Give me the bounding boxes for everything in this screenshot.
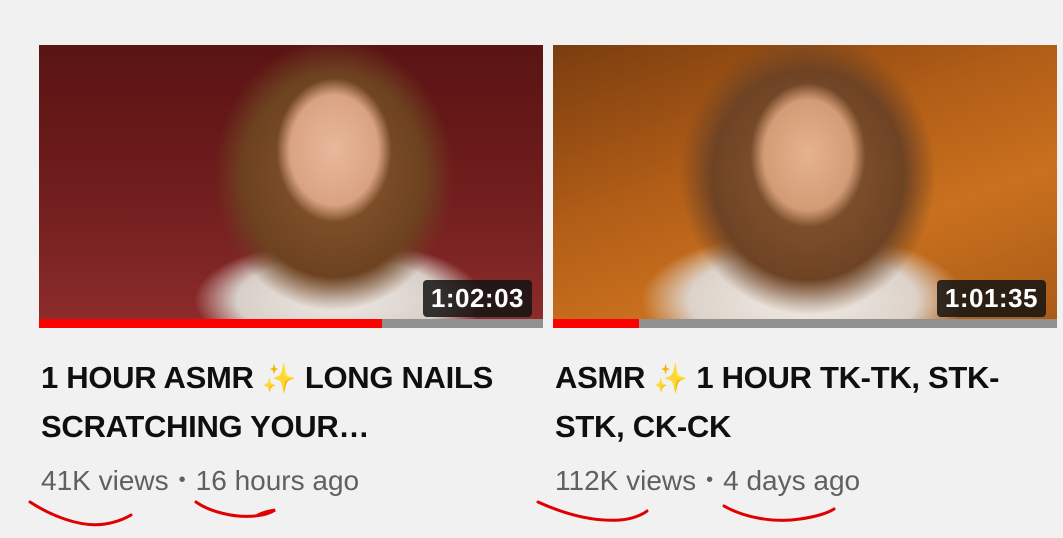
video-title[interactable]: ASMR ✨ 1 HOUR TK-TK, STK-STK, CK-CK bbox=[555, 354, 1055, 451]
separator-dot: • bbox=[706, 469, 714, 491]
underline-scribble bbox=[722, 504, 836, 522]
video-title[interactable]: 1 HOUR ASMR ✨ LONG NAILS SCRATCHING YOUR… bbox=[41, 354, 541, 451]
upload-age: 4 days ago bbox=[723, 465, 861, 496]
watch-progress-fill bbox=[39, 319, 382, 328]
watch-progress-fill bbox=[553, 319, 639, 328]
sparkle-icon: ✨ bbox=[653, 363, 688, 394]
video-metadata: 112K views • 4 days ago bbox=[555, 465, 1057, 497]
separator-dot: • bbox=[178, 469, 186, 491]
video-card[interactable]: 1:01:35 ASMR ✨ 1 HOUR TK-TK, STK-STK, CK… bbox=[553, 45, 1057, 497]
video-title-part1: ASMR bbox=[555, 360, 646, 395]
underline-scribble bbox=[536, 500, 649, 522]
video-card[interactable]: 1:02:03 1 HOUR ASMR ✨ LONG NAILS SCRATCH… bbox=[39, 45, 543, 497]
video-thumbnail[interactable]: 1:01:35 bbox=[553, 45, 1057, 328]
upload-age: 16 hours ago bbox=[195, 465, 360, 496]
video-title-part1: 1 HOUR ASMR bbox=[41, 360, 254, 395]
underline-scribble bbox=[28, 500, 133, 527]
video-thumbnail[interactable]: 1:02:03 bbox=[39, 45, 543, 328]
video-metadata: 41K views • 16 hours ago bbox=[41, 465, 543, 497]
view-count: 112K views bbox=[555, 465, 697, 496]
underline-scribble bbox=[194, 500, 276, 518]
watch-progress-bar bbox=[39, 319, 543, 328]
duration-badge: 1:02:03 bbox=[422, 280, 532, 317]
view-count: 41K views bbox=[41, 465, 169, 496]
watch-progress-bar bbox=[553, 319, 1057, 328]
video-grid: 1:02:03 1 HOUR ASMR ✨ LONG NAILS SCRATCH… bbox=[0, 0, 1063, 538]
sparkle-icon: ✨ bbox=[261, 363, 297, 394]
duration-badge: 1:01:35 bbox=[936, 280, 1046, 317]
